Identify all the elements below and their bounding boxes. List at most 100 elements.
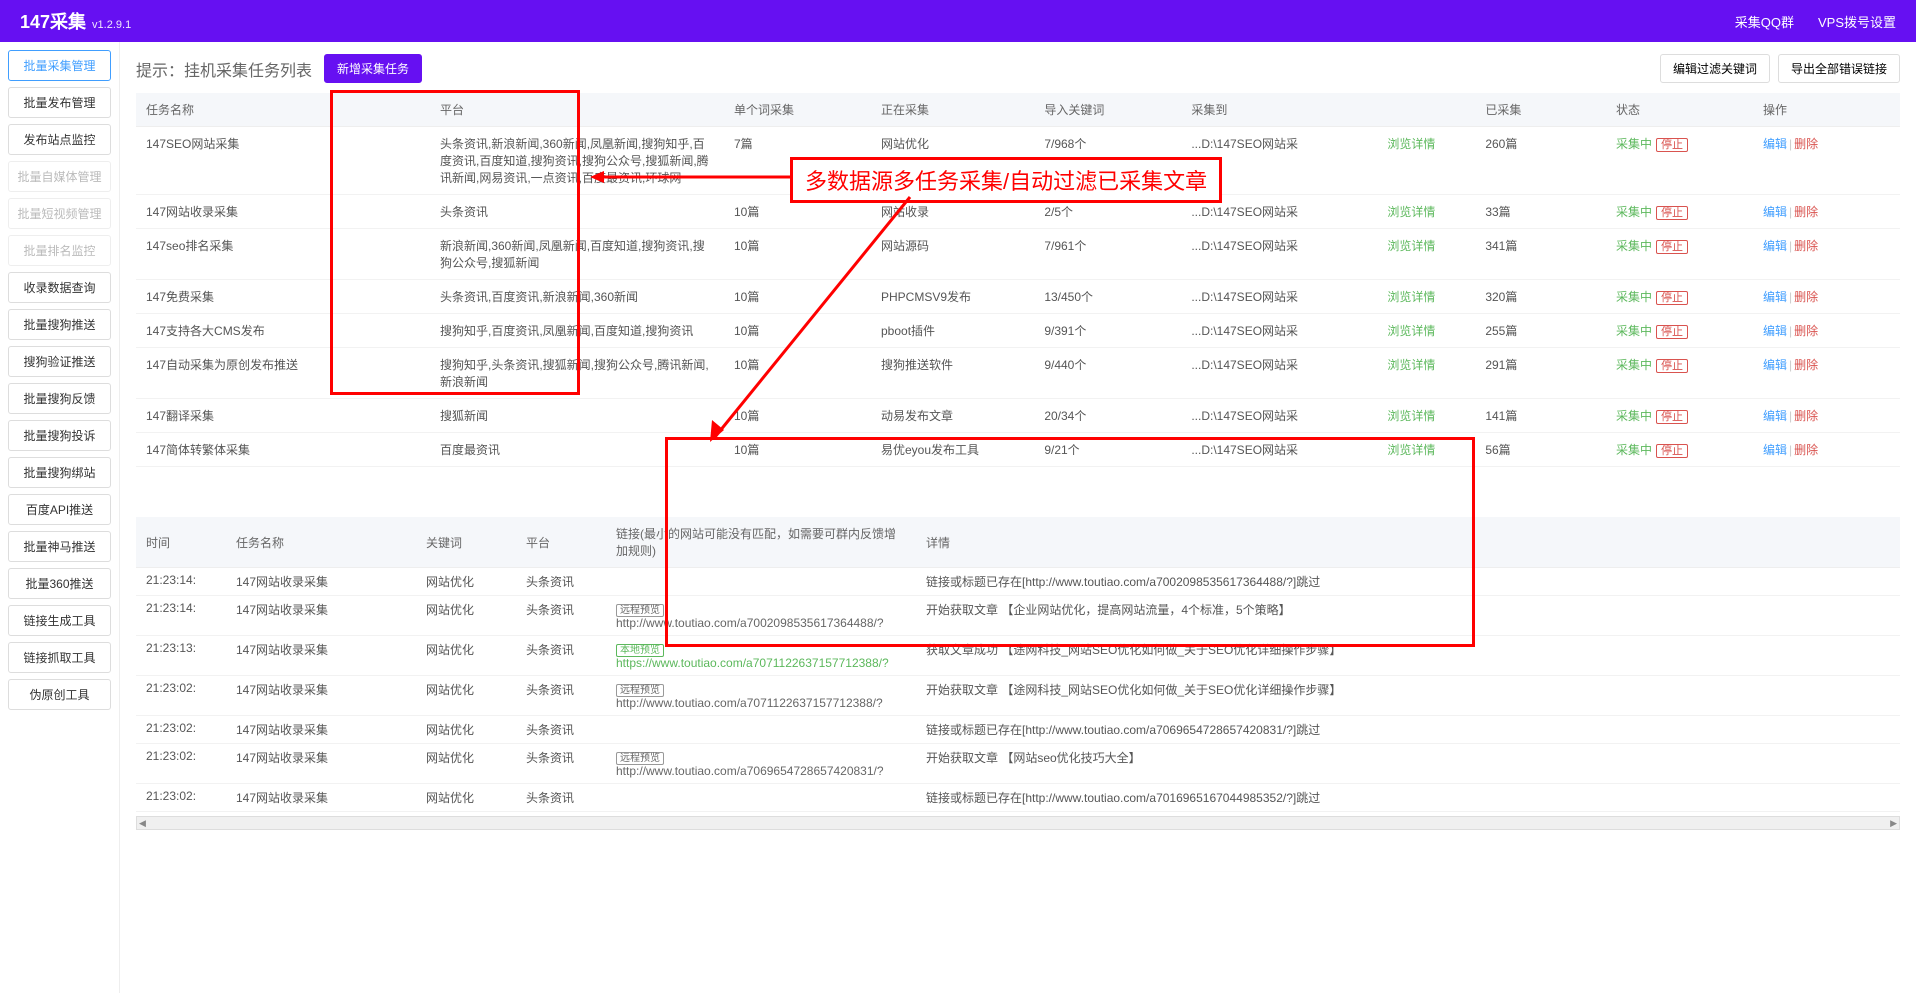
- edit-link[interactable]: 编辑: [1763, 409, 1787, 423]
- task-keywords: 9/440个: [1034, 348, 1181, 399]
- delete-link[interactable]: 删除: [1794, 358, 1818, 372]
- edit-link[interactable]: 编辑: [1763, 324, 1787, 338]
- delete-link[interactable]: 删除: [1794, 443, 1818, 457]
- sidebar-item-6[interactable]: 收录数据查询: [8, 272, 111, 303]
- new-task-button[interactable]: 新增采集任务: [324, 54, 422, 83]
- task-keywords: 9/391个: [1034, 314, 1181, 348]
- log-name: 147网站收录采集: [226, 716, 416, 744]
- log-table: 时间任务名称关键词平台链接(最小的网站可能没有匹配，如需要可群内反馈增加规则)详…: [136, 517, 1900, 812]
- log-row: 21:23:02:147网站收录采集网站优化头条资讯远程预览http://www…: [136, 676, 1900, 716]
- sidebar-item-1[interactable]: 批量发布管理: [8, 87, 111, 118]
- browse-link[interactable]: 浏览详情: [1387, 443, 1435, 457]
- log-link[interactable]: http://www.toutiao.com/a7002098535617364…: [616, 616, 884, 630]
- sidebar-item-13[interactable]: 批量神马推送: [8, 531, 111, 562]
- task-header: 单个词采集: [724, 93, 871, 127]
- task-table: 任务名称平台单个词采集正在采集导入关键词采集到已采集状态操作 147SEO网站采…: [136, 93, 1900, 467]
- edit-filter-button[interactable]: 编辑过滤关键词: [1660, 54, 1770, 83]
- stop-button[interactable]: 停止: [1656, 138, 1688, 152]
- edit-link[interactable]: 编辑: [1763, 290, 1787, 304]
- task-platform: 百度最资讯: [430, 433, 724, 467]
- log-link[interactable]: https://www.toutiao.com/a707112263715771…: [616, 656, 889, 670]
- delete-link[interactable]: 删除: [1794, 137, 1818, 151]
- task-dest: ...D:\147SEO网站采: [1181, 314, 1377, 348]
- panel-title: 提示：挂机采集任务列表: [136, 57, 312, 81]
- sidebar-item-16[interactable]: 链接抓取工具: [8, 642, 111, 673]
- browse-link[interactable]: 浏览详情: [1387, 205, 1435, 219]
- header-link-qq[interactable]: 采集QQ群: [1735, 12, 1794, 31]
- sidebar-item-11[interactable]: 批量搜狗绑站: [8, 457, 111, 488]
- task-collecting: 易优eyou发布工具: [871, 433, 1034, 467]
- sidebar-item-9[interactable]: 批量搜狗反馈: [8, 383, 111, 414]
- task-row: 147支持各大CMS发布搜狗知乎,百度资讯,凤凰新闻,百度知道,搜狗资讯10篇p…: [136, 314, 1900, 348]
- edit-link[interactable]: 编辑: [1763, 239, 1787, 253]
- edit-link[interactable]: 编辑: [1763, 358, 1787, 372]
- edit-link[interactable]: 编辑: [1763, 443, 1787, 457]
- task-count: 10篇: [724, 348, 871, 399]
- delete-link[interactable]: 删除: [1794, 239, 1818, 253]
- log-link[interactable]: http://www.toutiao.com/a7069654728657420…: [616, 764, 884, 778]
- delete-link[interactable]: 删除: [1794, 205, 1818, 219]
- log-header: 时间: [136, 517, 226, 568]
- horizontal-scrollbar[interactable]: ◀ ▶: [136, 816, 1900, 830]
- log-keyword: 网站优化: [416, 716, 516, 744]
- edit-link[interactable]: 编辑: [1763, 137, 1787, 151]
- stop-button[interactable]: 停止: [1656, 359, 1688, 373]
- sidebar-item-14[interactable]: 批量360推送: [8, 568, 111, 599]
- browse-link[interactable]: 浏览详情: [1387, 137, 1435, 151]
- header-link-vps[interactable]: VPS拨号设置: [1818, 12, 1896, 31]
- task-dest: ...D:\147SEO网站采: [1181, 348, 1377, 399]
- status-label: 采集中: [1616, 239, 1652, 253]
- task-dest: ...D:\147SEO网站采: [1181, 280, 1377, 314]
- task-platform: 头条资讯: [430, 195, 724, 229]
- task-platform: 头条资讯,百度资讯,新浪新闻,360新闻: [430, 280, 724, 314]
- stop-button[interactable]: 停止: [1656, 240, 1688, 254]
- log-header: 任务名称: [226, 517, 416, 568]
- log-keyword: 网站优化: [416, 568, 516, 596]
- delete-link[interactable]: 删除: [1794, 324, 1818, 338]
- log-time: 21:23:13:: [136, 636, 226, 676]
- task-header: 已采集: [1475, 93, 1606, 127]
- browse-link[interactable]: 浏览详情: [1387, 324, 1435, 338]
- delete-link[interactable]: 删除: [1794, 409, 1818, 423]
- task-name: 147自动采集为原创发布推送: [136, 348, 430, 399]
- task-keywords: 7/968个: [1034, 127, 1181, 195]
- task-platform: 搜狗知乎,头条资讯,搜狐新闻,搜狗公众号,腾讯新闻,新浪新闻: [430, 348, 724, 399]
- browse-link[interactable]: 浏览详情: [1387, 409, 1435, 423]
- sidebar-item-15[interactable]: 链接生成工具: [8, 605, 111, 636]
- task-header: 任务名称: [136, 93, 430, 127]
- task-keywords: 7/961个: [1034, 229, 1181, 280]
- log-platform: 头条资讯: [516, 636, 606, 676]
- sidebar-item-8[interactable]: 搜狗验证推送: [8, 346, 111, 377]
- delete-link[interactable]: 删除: [1794, 290, 1818, 304]
- sidebar-item-10[interactable]: 批量搜狗投诉: [8, 420, 111, 451]
- sidebar-item-12[interactable]: 百度API推送: [8, 494, 111, 525]
- log-detail: 链接或标题已存在[http://www.toutiao.com/a7069654…: [916, 716, 1900, 744]
- stop-button[interactable]: 停止: [1656, 410, 1688, 424]
- sidebar-item-2[interactable]: 发布站点监控: [8, 124, 111, 155]
- sidebar-item-0[interactable]: 批量采集管理: [8, 50, 111, 81]
- sidebar-item-17[interactable]: 伪原创工具: [8, 679, 111, 710]
- task-collected: 320篇: [1475, 280, 1606, 314]
- task-header: 平台: [430, 93, 724, 127]
- stop-button[interactable]: 停止: [1656, 444, 1688, 458]
- edit-link[interactable]: 编辑: [1763, 205, 1787, 219]
- browse-link[interactable]: 浏览详情: [1387, 290, 1435, 304]
- scroll-right-icon[interactable]: ▶: [1890, 818, 1897, 829]
- browse-link[interactable]: 浏览详情: [1387, 239, 1435, 253]
- log-link[interactable]: http://www.toutiao.com/a7071122637157712…: [616, 696, 883, 710]
- task-row: 147简体转繁体采集百度最资讯10篇易优eyou发布工具9/21个...D:\1…: [136, 433, 1900, 467]
- task-dest: ...D:\147SEO网站采: [1181, 195, 1377, 229]
- scroll-left-icon[interactable]: ◀: [139, 818, 146, 829]
- browse-link[interactable]: 浏览详情: [1387, 358, 1435, 372]
- task-collected: 33篇: [1475, 195, 1606, 229]
- task-name: 147seo排名采集: [136, 229, 430, 280]
- stop-button[interactable]: 停止: [1656, 291, 1688, 305]
- task-header: 状态: [1606, 93, 1753, 127]
- task-name: 147翻译采集: [136, 399, 430, 433]
- status-label: 采集中: [1616, 205, 1652, 219]
- log-name: 147网站收录采集: [226, 568, 416, 596]
- sidebar-item-7[interactable]: 批量搜狗推送: [8, 309, 111, 340]
- export-errors-button[interactable]: 导出全部错误链接: [1778, 54, 1900, 83]
- stop-button[interactable]: 停止: [1656, 206, 1688, 220]
- stop-button[interactable]: 停止: [1656, 325, 1688, 339]
